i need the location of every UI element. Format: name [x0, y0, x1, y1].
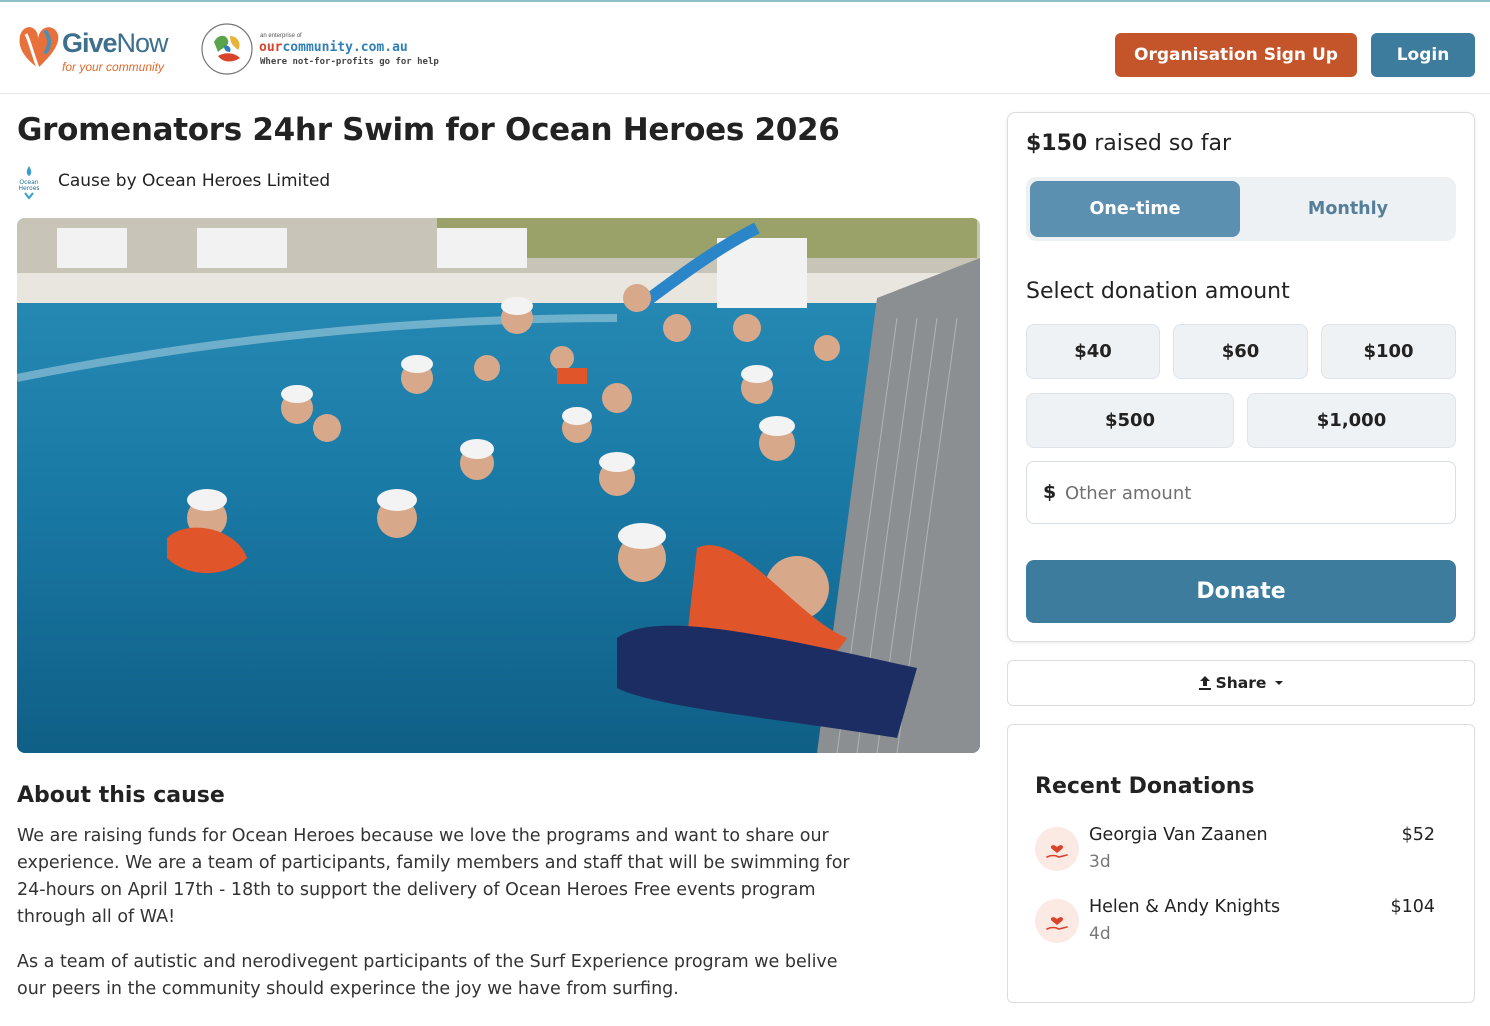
- login-button[interactable]: Login: [1371, 33, 1475, 77]
- partner-pretext: an enterprise of: [260, 33, 302, 39]
- donation-item: Helen & Andy Knights 4d $104: [1035, 897, 1445, 957]
- donate-button[interactable]: Donate: [1026, 560, 1456, 623]
- select-amount-label: Select donation amount: [1026, 279, 1290, 304]
- heart-hand-icon: [1035, 899, 1079, 943]
- donation-amount: $104: [1390, 897, 1435, 917]
- cause-byline: Cause by Ocean Heroes Limited: [58, 171, 331, 191]
- ourcommunity-logo[interactable]: an enterprise of ourcommunity.com.au Whe…: [200, 22, 440, 76]
- amount-500-button[interactable]: $500: [1026, 393, 1234, 448]
- amount-40-button[interactable]: $40: [1026, 324, 1160, 379]
- donation-age: 4d: [1089, 924, 1111, 944]
- raised-so-far: $150 raised so far: [1026, 131, 1232, 156]
- svg-text:Heroes: Heroes: [18, 185, 39, 192]
- about-heading: About this cause: [17, 783, 225, 808]
- partner-tagline: Where not-for-profits go for help: [260, 57, 439, 67]
- hands-globe-logo-icon: [201, 23, 253, 75]
- ocean-heroes-logo-icon: Ocean Heroes: [18, 166, 40, 200]
- share-label: Share: [1215, 674, 1267, 692]
- heart-hand-icon: [1035, 827, 1079, 871]
- donation-item: Georgia Van Zaanen 3d $52: [1035, 825, 1445, 885]
- other-amount-field[interactable]: $: [1026, 461, 1456, 524]
- givenow-logo[interactable]: GiveNow for your community: [16, 22, 186, 78]
- recent-donations-heading: Recent Donations: [1035, 774, 1255, 799]
- cause-hero-photo: [17, 218, 980, 753]
- amount-1000-button[interactable]: $1,000: [1247, 393, 1456, 448]
- givenow-wordmark: GiveNow: [62, 28, 169, 58]
- givenow-tagline: for your community: [62, 60, 165, 74]
- donation-amount: $52: [1401, 825, 1435, 845]
- other-amount-input[interactable]: [1065, 474, 1435, 512]
- about-paragraph-1: We are raising funds for Ocean Heroes be…: [17, 826, 850, 927]
- frequency-toggle: One-time Monthly: [1026, 177, 1456, 241]
- amount-60-button[interactable]: $60: [1173, 324, 1308, 379]
- recent-donations-panel: Recent Donations Georgia Van Zaanen 3d $…: [1007, 724, 1475, 1003]
- donor-name: Georgia Van Zaanen: [1089, 825, 1268, 845]
- site-header: GiveNow for your community an enterprise…: [0, 2, 1490, 94]
- organisation-signup-button[interactable]: Organisation Sign Up: [1115, 33, 1357, 77]
- cause-title: Gromenators 24hr Swim for Ocean Heroes 2…: [17, 112, 840, 148]
- donation-age: 3d: [1089, 852, 1111, 872]
- amount-100-button[interactable]: $100: [1321, 324, 1456, 379]
- upload-icon: [1198, 676, 1211, 690]
- one-time-toggle[interactable]: One-time: [1030, 181, 1240, 237]
- about-paragraph-2: As a team of autistic and nerodivegent p…: [17, 952, 838, 999]
- donation-card: $150 raised so far One-time Monthly Sele…: [1007, 112, 1475, 642]
- heart-hand-logo-icon: [19, 27, 59, 69]
- currency-symbol: $: [1043, 481, 1057, 503]
- share-button[interactable]: Share: [1007, 660, 1475, 706]
- caret-down-icon: [1275, 681, 1284, 685]
- monthly-toggle[interactable]: Monthly: [1244, 181, 1452, 237]
- donor-name: Helen & Andy Knights: [1089, 897, 1281, 917]
- partner-wordmark: ourcommunity.com.au: [259, 40, 408, 55]
